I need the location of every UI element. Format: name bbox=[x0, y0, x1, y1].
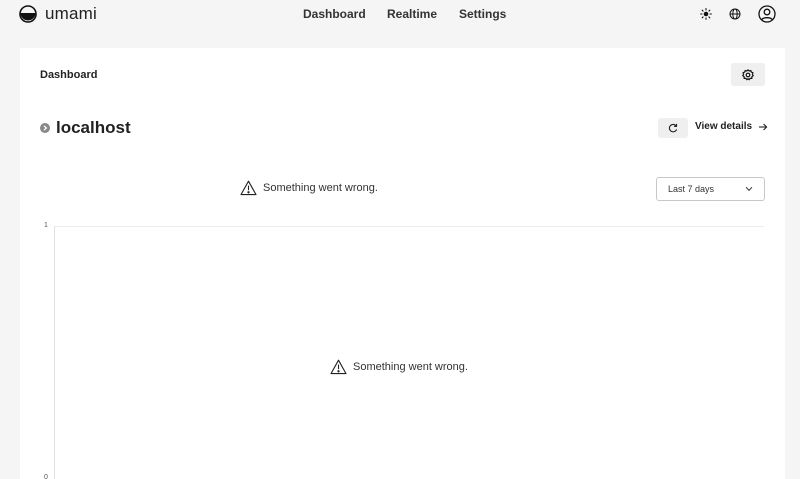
sun-icon[interactable] bbox=[700, 8, 712, 20]
chart-error: Something went wrong. bbox=[330, 359, 468, 375]
top-bar: umami Dashboard Realtime Settings bbox=[0, 0, 800, 30]
warning-icon bbox=[330, 359, 347, 375]
arrow-right-icon bbox=[759, 123, 768, 130]
website-name[interactable]: localhost bbox=[56, 118, 131, 138]
dashboard-card: Dashboard localhost View details Somethi… bbox=[20, 48, 785, 479]
chevron-down-icon bbox=[745, 186, 753, 192]
y-tick-label: 1 bbox=[44, 222, 48, 229]
nav-realtime[interactable]: Realtime bbox=[387, 7, 459, 21]
chart-gridline bbox=[54, 226, 764, 227]
chart-y-axis bbox=[54, 226, 55, 479]
page-title: Dashboard bbox=[40, 69, 98, 81]
gear-icon bbox=[742, 68, 754, 81]
header-actions bbox=[700, 5, 776, 23]
date-range-select[interactable]: Last 7 days bbox=[656, 177, 765, 201]
globe-icon[interactable] bbox=[729, 8, 741, 20]
y-tick-label: 0 bbox=[44, 474, 48, 479]
nav-dashboard[interactable]: Dashboard bbox=[303, 7, 387, 21]
refresh-icon bbox=[668, 123, 678, 133]
umami-logo-icon bbox=[19, 5, 37, 23]
date-range-value: Last 7 days bbox=[668, 184, 715, 194]
website-header: localhost bbox=[40, 118, 131, 138]
error-message: Something went wrong. bbox=[263, 182, 378, 194]
user-icon[interactable] bbox=[758, 5, 776, 23]
dashboard-settings-button[interactable] bbox=[731, 63, 765, 86]
warning-icon bbox=[240, 180, 257, 196]
main-nav: Dashboard Realtime Settings bbox=[303, 7, 519, 21]
nav-settings[interactable]: Settings bbox=[459, 7, 519, 21]
website-favicon-icon bbox=[40, 123, 50, 133]
view-details-label: View details bbox=[695, 121, 753, 132]
app-name: umami bbox=[45, 4, 98, 23]
refresh-button[interactable] bbox=[658, 118, 688, 138]
metrics-error: Something went wrong. bbox=[240, 180, 378, 196]
view-details-link[interactable]: View details bbox=[695, 121, 768, 132]
error-message: Something went wrong. bbox=[353, 361, 468, 373]
brand[interactable]: umami bbox=[19, 4, 97, 24]
